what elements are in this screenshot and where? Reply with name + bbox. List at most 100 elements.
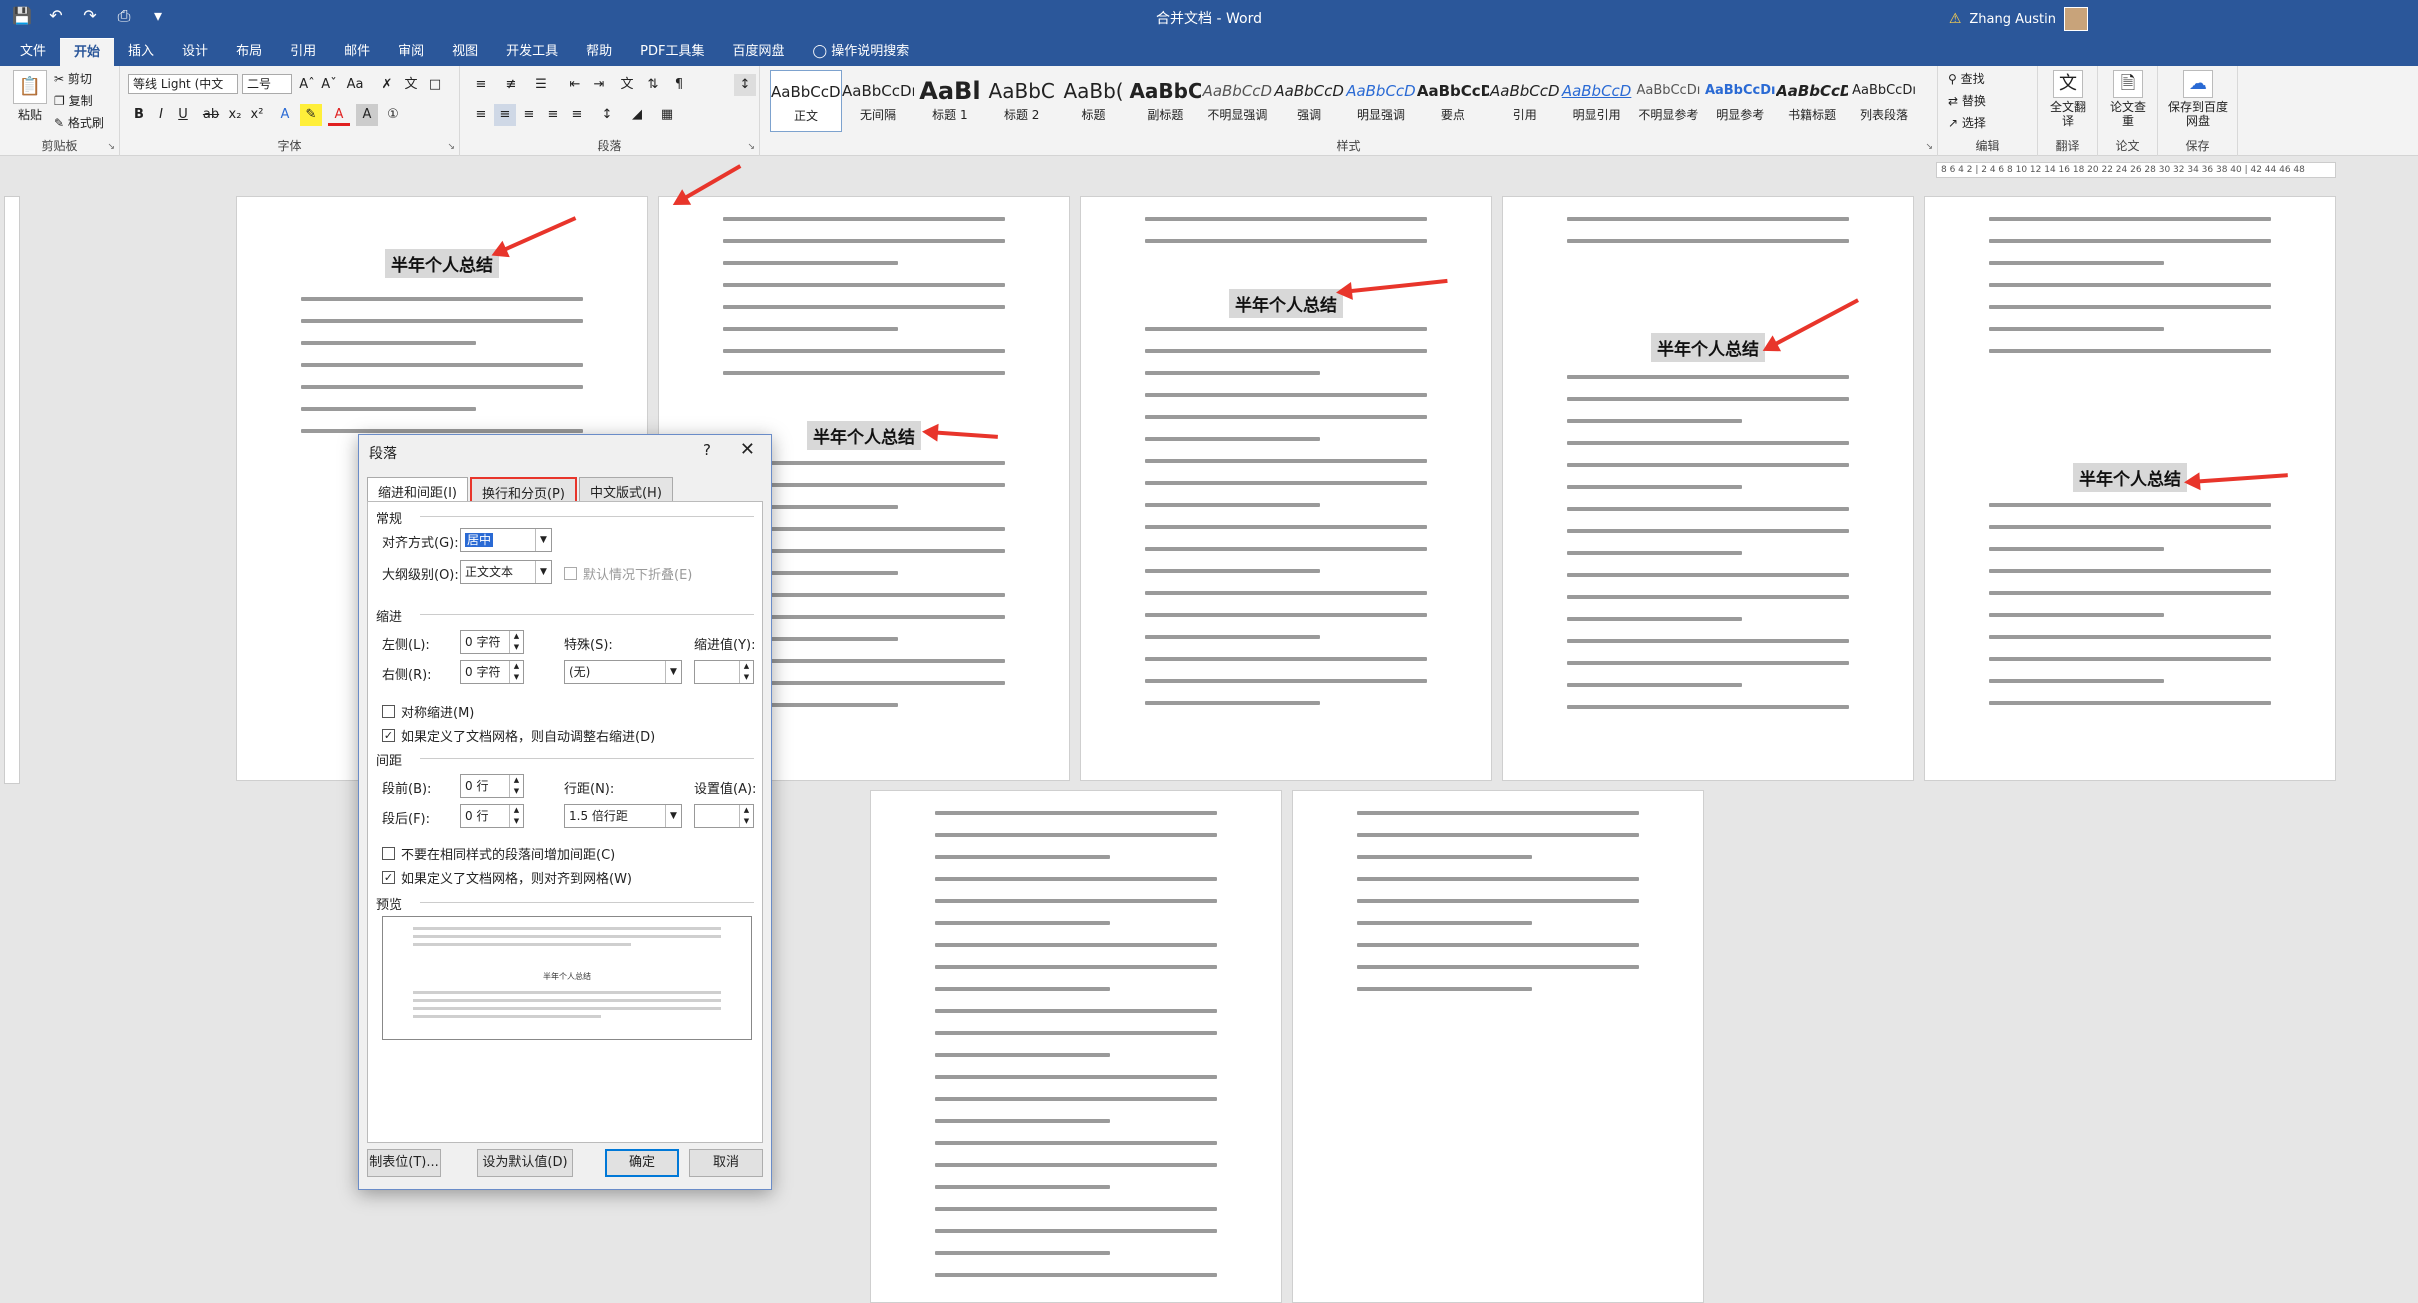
tab-design[interactable]: 设计 (168, 38, 222, 66)
tab-pdf-tools[interactable]: PDF工具集 (626, 38, 718, 66)
paste-button[interactable]: 📋 粘贴 (10, 70, 50, 123)
style-item[interactable]: AaBl 标题 1 (914, 70, 986, 132)
style-item[interactable]: AaBbCcDı 明显参考 (1704, 70, 1776, 132)
tab-developer[interactable]: 开发工具 (492, 38, 572, 66)
paper-check-button[interactable]: 🗎 论文查重 (2106, 70, 2150, 128)
styles-launcher-icon[interactable]: ↘ (1925, 142, 1933, 152)
clear-format-icon[interactable]: ✗ (376, 74, 398, 96)
vertical-ruler[interactable] (4, 196, 20, 784)
line-spacing-icon[interactable]: ↕ (596, 104, 618, 126)
bold-icon[interactable]: B (128, 104, 150, 126)
spinner-arrows-icon[interactable]: ▲ ▼ (739, 805, 753, 827)
font-color-icon[interactable]: A (328, 104, 350, 126)
tab-mailings[interactable]: 邮件 (330, 38, 384, 66)
cancel-button[interactable]: 取消 (689, 1149, 763, 1177)
cut-button[interactable]: ✂ 剪切 (54, 70, 92, 87)
document-page[interactable] (1292, 790, 1704, 1303)
special-indent-select[interactable]: (无) ▼ (564, 660, 682, 684)
format-painter-button[interactable]: ✎ 格式刷 (54, 114, 104, 131)
align-center-icon[interactable]: ≡ (494, 104, 516, 126)
subscript-icon[interactable]: x₂ (224, 104, 246, 126)
style-item[interactable]: AaBbCcD 不明显强调 (1201, 70, 1273, 132)
spacing-at-stepper[interactable]: ▲ ▼ (694, 804, 754, 828)
italic-icon[interactable]: I (150, 104, 172, 126)
tab-baidu-netdisk[interactable]: 百度网盘 (719, 38, 799, 66)
space-after-stepper[interactable]: 0 行 ▲ ▼ (460, 804, 524, 828)
find-button[interactable]: ⚲ 查找 (1948, 70, 1985, 87)
line-spacing-select[interactable]: 1.5 倍行距 ▼ (564, 804, 682, 828)
bullets-icon[interactable]: ≡ (470, 74, 492, 96)
justify-icon[interactable]: ≡ (542, 104, 564, 126)
change-case-icon[interactable]: Aa (344, 74, 366, 96)
numbering-icon[interactable]: ≢ (500, 74, 522, 96)
alignment-select[interactable]: 居中 ▼ (460, 528, 552, 552)
paragraph-launcher-icon[interactable]: ↘ (747, 142, 755, 152)
char-border-icon[interactable]: □ (424, 74, 446, 96)
replace-button[interactable]: ⇄ 替换 (1948, 92, 1986, 109)
spinner-arrows-icon[interactable]: ▲ ▼ (739, 661, 753, 683)
indent-by-stepper[interactable]: ▲ ▼ (694, 660, 754, 684)
font-name-combo[interactable]: 等线 Light (中文 (128, 74, 238, 94)
sort-icon[interactable]: ⇅ (642, 74, 664, 96)
phonetic-guide-icon[interactable]: 文 (400, 74, 422, 96)
tell-me-search[interactable]: ◯ 操作说明搜索 (799, 38, 924, 66)
style-item[interactable]: AaBbCcD 引用 (1489, 70, 1561, 132)
chinese-layout-icon[interactable]: 文 (616, 74, 638, 96)
close-icon[interactable]: ✕ (740, 439, 755, 460)
help-icon[interactable]: ? (703, 441, 711, 459)
align-right-icon[interactable]: ≡ (518, 104, 540, 126)
shading-icon[interactable]: ◢ (626, 104, 648, 126)
font-launcher-icon[interactable]: ↘ (447, 142, 455, 152)
left-indent-stepper[interactable]: 0 字符 ▲ ▼ (460, 630, 524, 654)
style-item[interactable]: AaBbCcD 要点 (1417, 70, 1489, 132)
grow-font-icon[interactable]: Aˆ (296, 74, 318, 96)
strikethrough-icon[interactable]: ab (200, 104, 222, 126)
mirror-indents-checkbox[interactable]: 对称缩进(M) (382, 702, 474, 721)
enclose-char-icon[interactable]: ① (382, 104, 404, 126)
font-size-combo[interactable]: 二号 (242, 74, 292, 94)
document-page[interactable]: 半年个人总结 (1502, 196, 1914, 781)
tab-help[interactable]: 帮助 (572, 38, 626, 66)
set-default-button[interactable]: 设为默认值(D) (477, 1149, 573, 1177)
style-item[interactable]: AaBbCcDı 不明显参考 (1633, 70, 1705, 132)
select-button[interactable]: ↗ 选择 (1948, 114, 1986, 131)
style-item[interactable]: AaBbCcD 明显强调 (1345, 70, 1417, 132)
char-shading-icon[interactable]: A (356, 104, 378, 126)
tab-review[interactable]: 审阅 (384, 38, 438, 66)
outline-level-select[interactable]: 正文文本 ▼ (460, 560, 552, 584)
align-left-icon[interactable]: ≡ (470, 104, 492, 126)
style-item[interactable]: AaBbC 副标题 (1129, 70, 1201, 132)
distributed-icon[interactable]: ≡ (566, 104, 588, 126)
snap-to-grid-checkbox[interactable]: ✓ 如果定义了文档网格，则对齐到网格(W) (382, 868, 632, 887)
style-item[interactable]: AaBbCcD 明显引用 (1561, 70, 1633, 132)
collapse-checkbox[interactable]: 默认情况下折叠(E) (564, 564, 692, 583)
spinner-arrows-icon[interactable]: ▲ ▼ (509, 631, 523, 653)
tab-home[interactable]: 开始 (60, 38, 115, 66)
show-marks-icon[interactable]: ¶ (668, 74, 690, 96)
ok-button[interactable]: 确定 (605, 1149, 679, 1177)
translate-button[interactable]: 文 全文翻译 (2046, 70, 2090, 128)
style-item[interactable]: AaBbCcD 书籍标题 (1776, 70, 1848, 132)
tab-view[interactable]: 视图 (438, 38, 492, 66)
increase-indent-icon[interactable]: ⇥ (588, 74, 610, 96)
tab-file[interactable]: 文件 (6, 38, 60, 66)
shrink-font-icon[interactable]: Aˇ (318, 74, 340, 96)
multilevel-list-icon[interactable]: ☰ (530, 74, 552, 96)
spinner-arrows-icon[interactable]: ▲ ▼ (509, 805, 523, 827)
right-indent-stepper[interactable]: 0 字符 ▲ ▼ (460, 660, 524, 684)
style-item[interactable]: AaBbCcDı 列表段落 (1848, 70, 1920, 132)
decrease-indent-icon[interactable]: ⇤ (564, 74, 586, 96)
style-item[interactable]: AaBbCcDı 无间隔 (842, 70, 914, 132)
spinner-arrows-icon[interactable]: ▲ ▼ (509, 775, 523, 797)
copy-button[interactable]: ❐ 复制 (54, 92, 93, 109)
tabs-button[interactable]: 制表位(T)... (367, 1149, 441, 1177)
text-effects-icon[interactable]: A (274, 104, 296, 126)
borders-icon[interactable]: ▦ (656, 104, 678, 126)
auto-adjust-indent-checkbox[interactable]: ✓ 如果定义了文档网格，则自动调整右缩进(D) (382, 726, 655, 745)
no-space-same-style-checkbox[interactable]: 不要在相同样式的段落间增加间距(C) (382, 844, 615, 863)
spinner-arrows-icon[interactable]: ▲ ▼ (509, 661, 523, 683)
superscript-icon[interactable]: x² (246, 104, 268, 126)
style-item[interactable]: AaBbCcDı 正文 (770, 70, 842, 132)
style-item[interactable]: AaBbC 标题 2 (986, 70, 1058, 132)
avatar[interactable] (2064, 7, 2088, 31)
